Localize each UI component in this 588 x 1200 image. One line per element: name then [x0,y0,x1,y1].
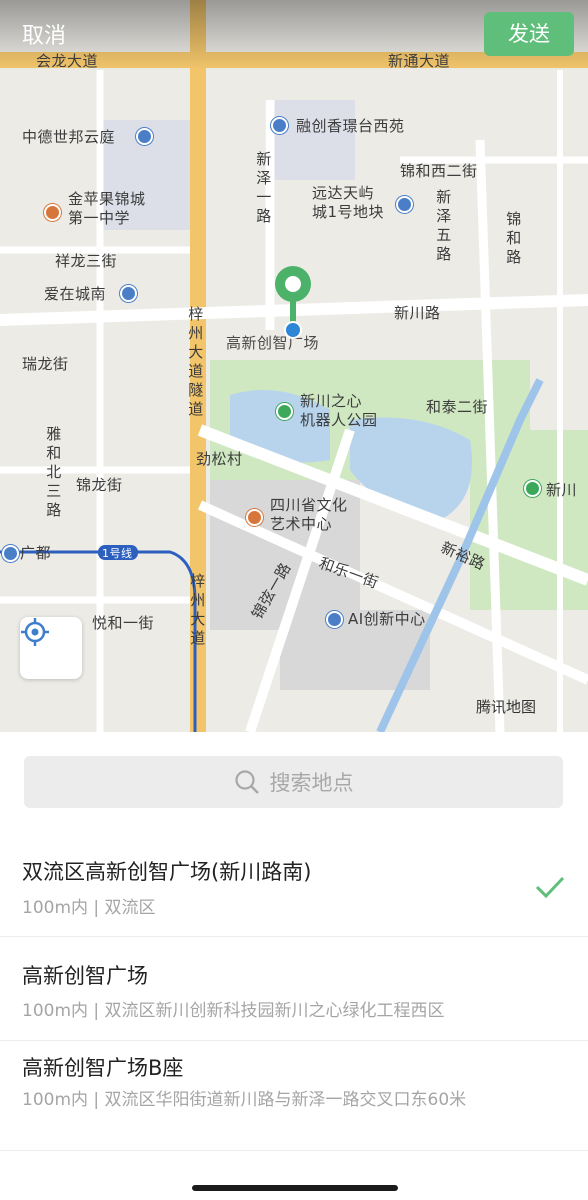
poi-label: 劲松村 [196,450,243,468]
poi-label: 融创香璟台西苑 [296,117,405,135]
road-label: 梓州大道隧道 [188,305,204,418]
road-label: 雅和北三路 [46,425,62,519]
road-label: 悦和一街 [92,614,155,632]
road-label: 瑞龙街 [22,355,69,373]
location-pin-icon[interactable] [268,262,318,342]
poi-icon [136,128,153,145]
road-label: 锦和路 [506,210,522,266]
result-item[interactable]: 高新创智广场B座 100m内 | 双流区华阳街道新川路与新泽一路交叉口东60米 [0,1040,588,1151]
poi-icon [396,196,413,213]
road-label: 梓州大道 [190,572,206,647]
result-subtitle: 100m内 | 双流区华阳街道新川路与新泽一路交叉口东60米 [22,1090,467,1110]
result-title: 高新创智广场 [22,964,148,988]
result-title: 双流区高新创智广场(新川路南) [22,860,312,884]
road-label: 锦和西二街 [400,162,478,180]
road-label: 新通大道 [388,52,451,70]
result-subtitle: 100m内 | 双流区新川创新科技园新川之心绿化工程西区 [22,1001,445,1021]
poi-label: 四川省文化 艺术中心 [270,496,348,533]
result-title: 高新创智广场B座 [22,1056,184,1080]
search-bar[interactable]: 搜索地点 [24,756,563,808]
poi-label: 新川之心 机器人公园 [300,392,378,429]
poi-icon [524,480,541,497]
poi-label: AI创新中心 [348,610,426,628]
place-list-sheet: 搜索地点 双流区高新创智广场(新川路南) 100m内 | 双流区 高新创智广场 … [0,732,588,1200]
poi-label: 新川 [546,481,578,499]
road-label: 新泽一路 [256,150,272,225]
poi-icon [120,285,137,302]
poi-icon [326,611,343,628]
check-icon [535,876,565,899]
home-indicator[interactable] [192,1185,398,1191]
metro-line-label: 1号线 [102,547,133,560]
cancel-button[interactable]: 取消 [22,18,66,50]
road-label: 祥龙三街 [55,252,118,270]
locate-target-icon [21,618,49,646]
result-subtitle: 100m内 | 双流区 [22,898,156,918]
road-label: 会龙大道 [36,52,99,70]
map-view[interactable]: 取消 发送 会龙大道 新通大道 中德世邦云庭 融创香璟台西苑 锦和西二街 金苹果… [0,0,588,732]
road-label: 新泽五路 [436,188,452,263]
locate-button[interactable] [20,617,82,679]
road-label: 新川路 [394,304,441,322]
poi-icon [276,403,293,420]
metro-station-label: 广都 [20,544,52,562]
poi-label: 金苹果锦城 第一中学 [68,190,146,227]
result-item[interactable]: 双流区高新创智广场(新川路南) 100m内 | 双流区 [0,840,588,937]
map-canvas [0,0,588,732]
road-label: 锦龙街 [76,476,123,494]
poi-label: 爱在城南 [44,285,107,303]
road-label: 和泰二街 [426,398,489,416]
poi-icon [246,509,263,526]
search-icon [234,770,259,794]
poi-label: 远达天屿 城1号地块 [312,184,385,221]
poi-label: 中德世邦云庭 [22,128,116,146]
poi-icon [271,117,288,134]
metro-station-icon [2,545,19,562]
result-item[interactable]: 高新创智广场 100m内 | 双流区新川创新科技园新川之心绿化工程西区 [0,936,588,1041]
poi-icon [44,204,61,221]
map-brand-label: 腾讯地图 [476,698,537,716]
send-button[interactable]: 发送 [484,12,574,56]
search-placeholder: 搜索地点 [269,771,354,795]
